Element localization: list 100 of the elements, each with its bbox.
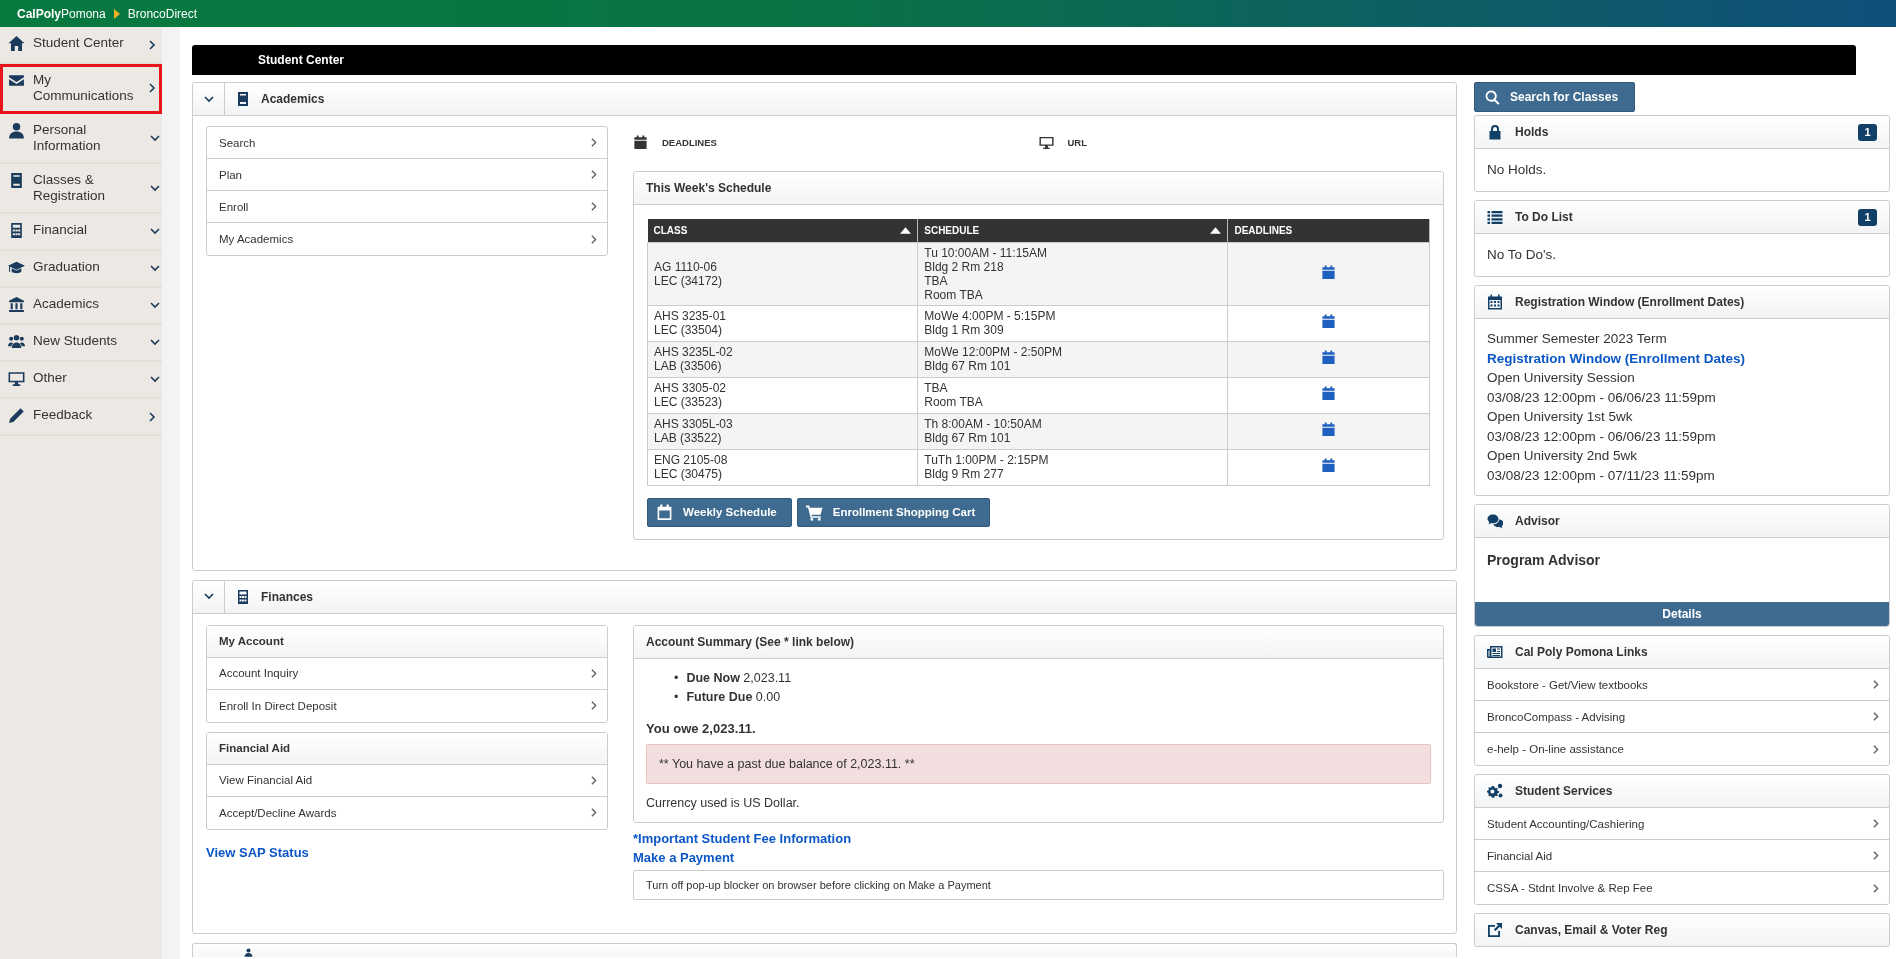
chevron-right-icon xyxy=(590,700,597,711)
table-cell: MoWe 12:00PM - 2:50PM Bldg 67 Rm 101 xyxy=(917,341,1228,377)
action-button[interactable]: Enrollment Shopping Cart xyxy=(796,497,991,527)
chevron-down-icon xyxy=(202,593,215,600)
brand-logo[interactable]: CalPolyPomona xyxy=(17,6,106,21)
card-text: No Holds. xyxy=(1486,161,1548,179)
pencil-icon xyxy=(8,407,25,424)
chevron-right-icon xyxy=(149,38,156,51)
balance-item: • Due Now 2,023.11 xyxy=(674,669,792,687)
menu-link[interactable]: Search xyxy=(207,127,607,159)
calendar-icon[interactable] xyxy=(1321,386,1337,401)
card-title: Advisor xyxy=(1515,514,1560,528)
chevron-right-icon xyxy=(1872,818,1879,829)
menu-link[interactable]: Financial Aid xyxy=(1475,840,1889,872)
card-title: Account Summary (See * link below) xyxy=(634,625,1443,659)
chevron-down-icon xyxy=(202,95,215,103)
external-link-icon xyxy=(1487,922,1503,938)
chevron-down-icon xyxy=(149,302,161,309)
card-title: Canvas, Email & Voter Reg xyxy=(1515,923,1668,937)
book-icon xyxy=(8,172,25,189)
menu-link[interactable]: Account Inquiry xyxy=(207,657,607,690)
chevron-right-icon xyxy=(149,82,156,94)
menu-link[interactable]: My Academics xyxy=(207,223,607,255)
menu-link[interactable]: e-help - On-line assistance xyxy=(1475,733,1889,765)
chevron-right-icon xyxy=(590,774,597,786)
chevron-right-icon xyxy=(590,807,597,818)
menu-link[interactable]: Student Accounting/Cashiering xyxy=(1475,808,1889,840)
action-button[interactable]: Weekly Schedule xyxy=(647,497,792,527)
chevron-down-icon xyxy=(149,184,161,192)
quick-link[interactable]: URL xyxy=(1038,134,1444,150)
table-cell: Tu 10:00AM - 11:15AM Bldg 2 Rm 218 TBA Room TBA xyxy=(917,242,1228,305)
balance-item: • Future Due 0.00 xyxy=(674,688,781,706)
calendar-icon xyxy=(656,503,673,521)
table-cell: AHS 3235L-02 LAB (33506) xyxy=(647,341,918,377)
table-cell: MoWe 4:00PM - 5:15PM Bldg 1 Rm 309 xyxy=(917,305,1228,341)
list-title: Financial Aid xyxy=(207,732,607,765)
table-cell: TBA Room TBA xyxy=(917,377,1228,413)
calculator-icon xyxy=(8,222,25,239)
table-cell: TuTh 1:00PM - 2:15PM Bldg 9 Rm 277 xyxy=(917,449,1228,485)
calendar-icon[interactable] xyxy=(1321,314,1337,329)
lock-icon xyxy=(1487,124,1503,140)
finance-link[interactable]: Make a Payment xyxy=(633,849,1444,865)
calculator-icon xyxy=(235,588,251,605)
chevron-right-icon xyxy=(1872,711,1879,722)
count-badge: 1 xyxy=(1858,123,1877,141)
past-due-alert: ** You have a past due balance of 2,023.11. ** xyxy=(646,743,1431,784)
menu-link[interactable]: Bookstore - Get/View textbooks xyxy=(1475,669,1889,701)
card-title: To Do List xyxy=(1515,210,1573,224)
session-name: Open University Session xyxy=(1487,369,1636,387)
table-cell: ENG 2105-08 LEC (30475) xyxy=(647,449,918,485)
chevron-right-icon xyxy=(1872,850,1879,861)
chat-icon xyxy=(1487,513,1503,529)
calendar-icon[interactable] xyxy=(1321,350,1337,365)
cart-icon xyxy=(805,503,823,521)
person-icon xyxy=(244,947,253,957)
quick-link[interactable]: DEADLINES xyxy=(633,134,1039,150)
menu-link[interactable]: View Financial Aid xyxy=(207,764,607,797)
monitor-icon xyxy=(1038,134,1054,150)
card-title: Holds xyxy=(1515,125,1549,139)
chevron-down-icon xyxy=(149,339,161,346)
chevron-down-icon xyxy=(149,228,161,235)
menu-link[interactable]: Enroll xyxy=(207,191,607,223)
finance-link[interactable]: *Important Student Fee Information xyxy=(633,830,1444,846)
calendar-icon xyxy=(633,134,648,150)
count-badge: 1 xyxy=(1858,208,1877,226)
column-header[interactable]: SCHEDULE xyxy=(917,219,1228,242)
calendar-icon xyxy=(1487,294,1503,310)
menu-link[interactable]: Enroll In Direct Deposit xyxy=(207,689,607,722)
column-header[interactable]: CLASS xyxy=(647,219,918,242)
session-name: Open University 2nd 5wk xyxy=(1487,447,1639,465)
menu-link[interactable]: BroncoCompass - Advising xyxy=(1475,701,1889,733)
balance-total: You owe 2,023.11. xyxy=(646,720,757,736)
sap-status-link[interactable]: View SAP Status xyxy=(206,844,608,860)
menu-link[interactable]: Accept/Decline Awards xyxy=(207,796,607,829)
search-classes-button[interactable]: Search for Classes xyxy=(1474,82,1636,112)
column-header: DEADLINES xyxy=(1234,224,1293,236)
calendar-icon[interactable] xyxy=(1321,422,1337,437)
menu-link[interactable]: Plan xyxy=(207,159,607,191)
term-label: Summer Semester 2023 Term xyxy=(1487,330,1668,348)
users-icon xyxy=(8,333,25,350)
details-button[interactable]: Details xyxy=(1475,602,1889,626)
chevron-right-icon xyxy=(590,169,597,180)
chevron-right-icon xyxy=(590,667,597,679)
breadcrumb-link[interactable]: BroncoDirect xyxy=(127,6,198,21)
chevron-down-icon xyxy=(149,265,161,272)
calendar-icon[interactable] xyxy=(1321,264,1337,280)
newspaper-icon xyxy=(1487,644,1503,660)
card-title: Registration Window (Enrollment Dates) xyxy=(1515,295,1745,309)
home-icon xyxy=(8,35,25,52)
registration-link[interactable]: Registration Window (Enrollment Dates) xyxy=(1487,348,1877,368)
chevron-right-icon xyxy=(590,233,597,245)
breadcrumb-arrow-icon xyxy=(113,8,120,19)
menu-link[interactable]: CSSA - Stdnt Involve & Rep Fee xyxy=(1475,872,1889,904)
sidebar-item[interactable]: My Communications xyxy=(0,64,162,114)
calendar-icon[interactable] xyxy=(1321,458,1337,473)
card-title: Student Services xyxy=(1515,784,1613,798)
chevron-right-icon xyxy=(1872,679,1879,690)
advisor-name: Program Advisor xyxy=(1486,551,1602,570)
section-title: Academics xyxy=(261,92,325,106)
currency-note: Currency used is US Dollar. xyxy=(646,795,801,810)
